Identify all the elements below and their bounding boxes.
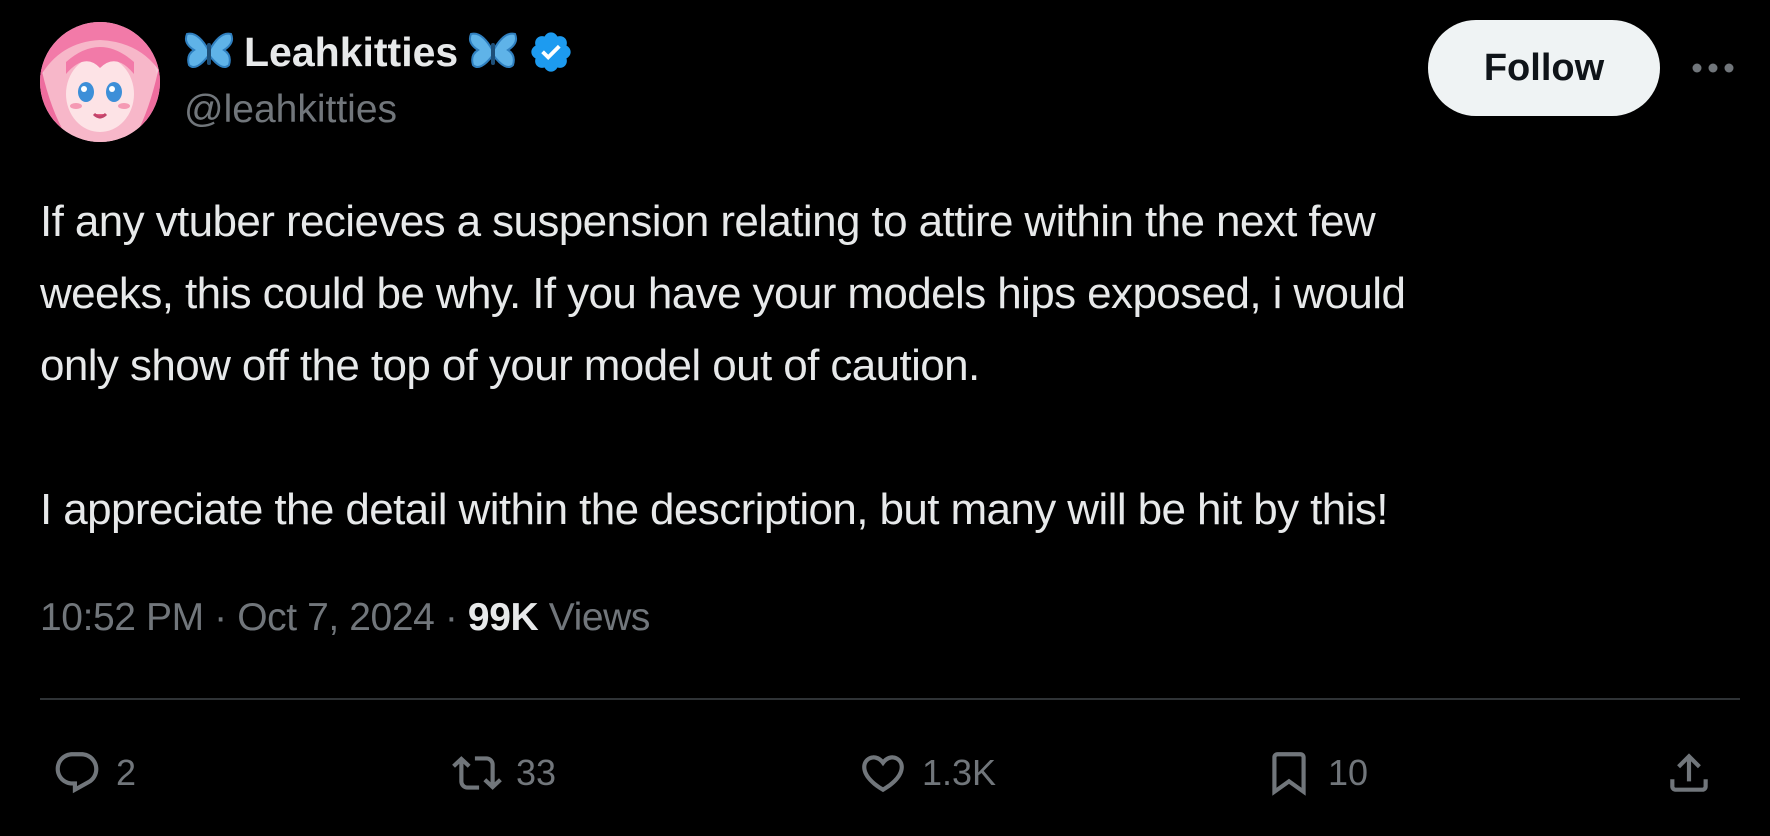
views-count: 99K [467, 596, 549, 639]
avatar[interactable] [40, 22, 160, 142]
like-count: 1.3K [922, 752, 997, 793]
butterfly-icon [468, 29, 518, 75]
display-name[interactable]: Leahkitties [244, 29, 458, 76]
reply-count: 2 [116, 752, 137, 793]
butterfly-icon [184, 29, 234, 75]
reply-button[interactable]: 2 [52, 744, 136, 802]
meta-separator: · [444, 596, 468, 639]
reply-icon [52, 748, 102, 798]
share-button[interactable] [1664, 744, 1714, 802]
bookmark-icon [1264, 748, 1314, 798]
divider [40, 698, 1740, 700]
tweet-line: only show off the top of your model out … [40, 341, 980, 390]
views-label: Views [548, 596, 651, 639]
verified-badge-icon[interactable] [528, 29, 574, 75]
tweet-line: If any vtuber recieves a suspension rela… [40, 197, 1376, 246]
author-handle[interactable]: @leahkitties [184, 88, 397, 132]
tweet-line: weeks, this could be why. If you have yo… [40, 269, 1406, 318]
bookmark-button[interactable]: 10 [1264, 744, 1368, 802]
tweet-time[interactable]: 10:52 PM [40, 596, 204, 639]
repost-count: 33 [516, 752, 557, 793]
tweet-meta: 10:52 PM · Oct 7, 2024 · 99K Views [40, 596, 650, 640]
follow-button[interactable]: Follow [1428, 20, 1660, 116]
share-icon [1664, 748, 1714, 798]
more-horizontal-icon[interactable] [1686, 42, 1740, 94]
repost-icon [452, 748, 502, 798]
author-name-row: Leahkitties [184, 24, 574, 80]
tweet-line: I appreciate the detail within the descr… [40, 485, 1388, 534]
meta-separator: · [214, 596, 238, 639]
tweet-date[interactable]: Oct 7, 2024 [237, 596, 435, 639]
bookmark-count: 10 [1328, 752, 1369, 793]
repost-button[interactable]: 33 [452, 744, 556, 802]
tweet-text: If any vtuber recieves a suspension rela… [40, 186, 1740, 546]
heart-icon [858, 748, 908, 798]
tweet-card: Leahkitties @leahkitties Follow If any v… [0, 0, 1770, 836]
like-button[interactable]: 1.3K [858, 744, 996, 802]
